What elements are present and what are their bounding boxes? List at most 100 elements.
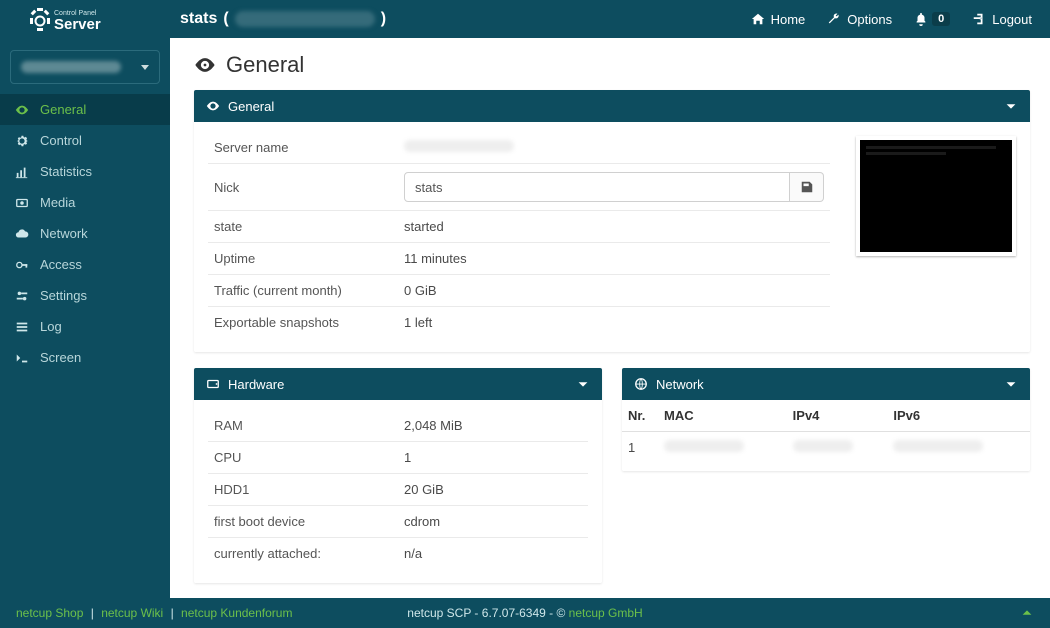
bar-chart-icon xyxy=(14,165,30,179)
nick-save-button[interactable] xyxy=(790,172,824,202)
brand-logo[interactable]: Control Panel Server xyxy=(0,0,170,38)
eye-icon xyxy=(194,54,216,76)
sidebar: General Control Statistics Media Network… xyxy=(0,38,170,598)
footer-center: netcup SCP - 6.7.07-6349 - © netcup GmbH xyxy=(407,606,642,620)
value-traffic: 0 GiB xyxy=(398,275,830,307)
label-uptime: Uptime xyxy=(208,243,398,275)
panel-hardware: Hardware RAM2,048 MiB CPU1 HDD120 GiB fi… xyxy=(194,368,602,583)
cell-ipv4-redacted xyxy=(793,440,853,452)
server-nick-display: stats xyxy=(180,10,217,28)
home-icon xyxy=(751,12,765,26)
footer-link-forum[interactable]: netcup Kundenforum xyxy=(181,606,292,620)
sidebar-item-label: Statistics xyxy=(40,164,92,179)
cloud-icon xyxy=(14,227,30,241)
eye-icon xyxy=(14,103,30,117)
footer-link-wiki[interactable]: netcup Wiki xyxy=(101,606,163,620)
page-subtitle: stats () xyxy=(180,10,386,28)
label-nick: Nick xyxy=(208,164,398,211)
globe-icon xyxy=(634,377,648,391)
panel-hardware-head[interactable]: Hardware xyxy=(194,368,602,400)
hdd-icon xyxy=(206,377,220,391)
label-cpu: CPU xyxy=(208,442,398,474)
topbar-right: Home Options 0 Logout xyxy=(751,12,1050,27)
value-state: started xyxy=(398,211,830,243)
th-nr: Nr. xyxy=(622,400,658,432)
label-snapshots: Exportable snapshots xyxy=(208,307,398,339)
topbar: Control Panel Server stats () Home Optio… xyxy=(0,0,1050,38)
value-attached: n/a xyxy=(398,538,588,570)
server-selector[interactable] xyxy=(10,50,160,84)
value-cpu: 1 xyxy=(398,442,588,474)
key-icon xyxy=(14,258,30,272)
th-mac: MAC xyxy=(658,400,787,432)
main-content: General General Server name xyxy=(170,38,1050,598)
value-ram: 2,048 MiB xyxy=(398,410,588,442)
panel-title: General xyxy=(228,99,274,114)
panel-title: Hardware xyxy=(228,377,284,392)
sidebar-item-label: Control xyxy=(40,133,82,148)
footer: netcup Shop | netcup Wiki | netcup Kunde… xyxy=(0,598,1050,628)
server-id-redacted xyxy=(235,11,375,27)
sidebar-item-statistics[interactable]: Statistics xyxy=(0,156,170,187)
home-link[interactable]: Home xyxy=(751,12,806,27)
sidebar-item-label: Access xyxy=(40,257,82,272)
table-row: 1 xyxy=(622,432,1030,464)
hardware-table: RAM2,048 MiB CPU1 HDD120 GiB first boot … xyxy=(208,410,588,569)
sidebar-item-general[interactable]: General xyxy=(0,94,170,125)
sidebar-item-label: Settings xyxy=(40,288,87,303)
panel-network-head[interactable]: Network xyxy=(622,368,1030,400)
console-screenshot[interactable] xyxy=(856,136,1016,256)
gear-icon xyxy=(14,134,30,148)
label-ram: RAM xyxy=(208,410,398,442)
th-ipv4: IPv4 xyxy=(787,400,888,432)
cell-ipv6-redacted xyxy=(893,440,983,452)
chevron-down-icon xyxy=(1004,99,1018,113)
eye-icon xyxy=(206,99,220,113)
value-uptime: 11 minutes xyxy=(398,243,830,275)
scroll-top-button[interactable] xyxy=(1020,606,1034,620)
save-icon xyxy=(800,180,814,194)
sidebar-item-label: Network xyxy=(40,226,88,241)
svg-text:Server: Server xyxy=(54,16,101,33)
label-attached: currently attached: xyxy=(208,538,398,570)
panel-general: General Server name Nick xyxy=(194,90,1030,352)
general-table: Server name Nick xyxy=(208,132,830,338)
notif-count: 0 xyxy=(932,12,950,26)
cell-mac-redacted xyxy=(664,440,744,452)
value-boot: cdrom xyxy=(398,506,588,538)
chevron-down-icon xyxy=(1004,377,1018,391)
sidebar-item-access[interactable]: Access xyxy=(0,249,170,280)
sidebar-item-control[interactable]: Control xyxy=(0,125,170,156)
cell-nr: 1 xyxy=(622,432,658,464)
sidebar-item-media[interactable]: Media xyxy=(0,187,170,218)
footer-link-company[interactable]: netcup GmbH xyxy=(569,606,643,620)
logout-link[interactable]: Logout xyxy=(972,12,1032,27)
terminal-icon xyxy=(14,351,30,365)
sliders-icon xyxy=(14,289,30,303)
th-ipv6: IPv6 xyxy=(887,400,1030,432)
sidebar-item-network[interactable]: Network xyxy=(0,218,170,249)
sidebar-item-label: Screen xyxy=(40,350,81,365)
sidebar-item-settings[interactable]: Settings xyxy=(0,280,170,311)
label-traffic: Traffic (current month) xyxy=(208,275,398,307)
footer-link-shop[interactable]: netcup Shop xyxy=(16,606,83,620)
notifications-link[interactable]: 0 xyxy=(914,12,950,26)
panel-general-head[interactable]: General xyxy=(194,90,1030,122)
sidebar-item-log[interactable]: Log xyxy=(0,311,170,342)
label-server-name: Server name xyxy=(208,132,398,164)
logout-icon xyxy=(972,12,986,26)
panel-title: Network xyxy=(656,377,704,392)
sidebar-item-label: Media xyxy=(40,195,75,210)
page-title: General xyxy=(194,52,1030,78)
sidebar-item-label: Log xyxy=(40,319,62,334)
value-snapshots: 1 left xyxy=(398,307,830,339)
panel-network: Network Nr. MAC IPv4 IPv6 xyxy=(622,368,1030,471)
bell-icon xyxy=(914,12,928,26)
value-hdd: 20 GiB xyxy=(398,474,588,506)
options-link[interactable]: Options xyxy=(827,12,892,27)
nick-input[interactable] xyxy=(404,172,790,202)
network-table: Nr. MAC IPv4 IPv6 1 xyxy=(622,400,1030,463)
server-selector-value-redacted xyxy=(21,61,121,73)
sidebar-item-label: General xyxy=(40,102,86,117)
sidebar-item-screen[interactable]: Screen xyxy=(0,342,170,373)
